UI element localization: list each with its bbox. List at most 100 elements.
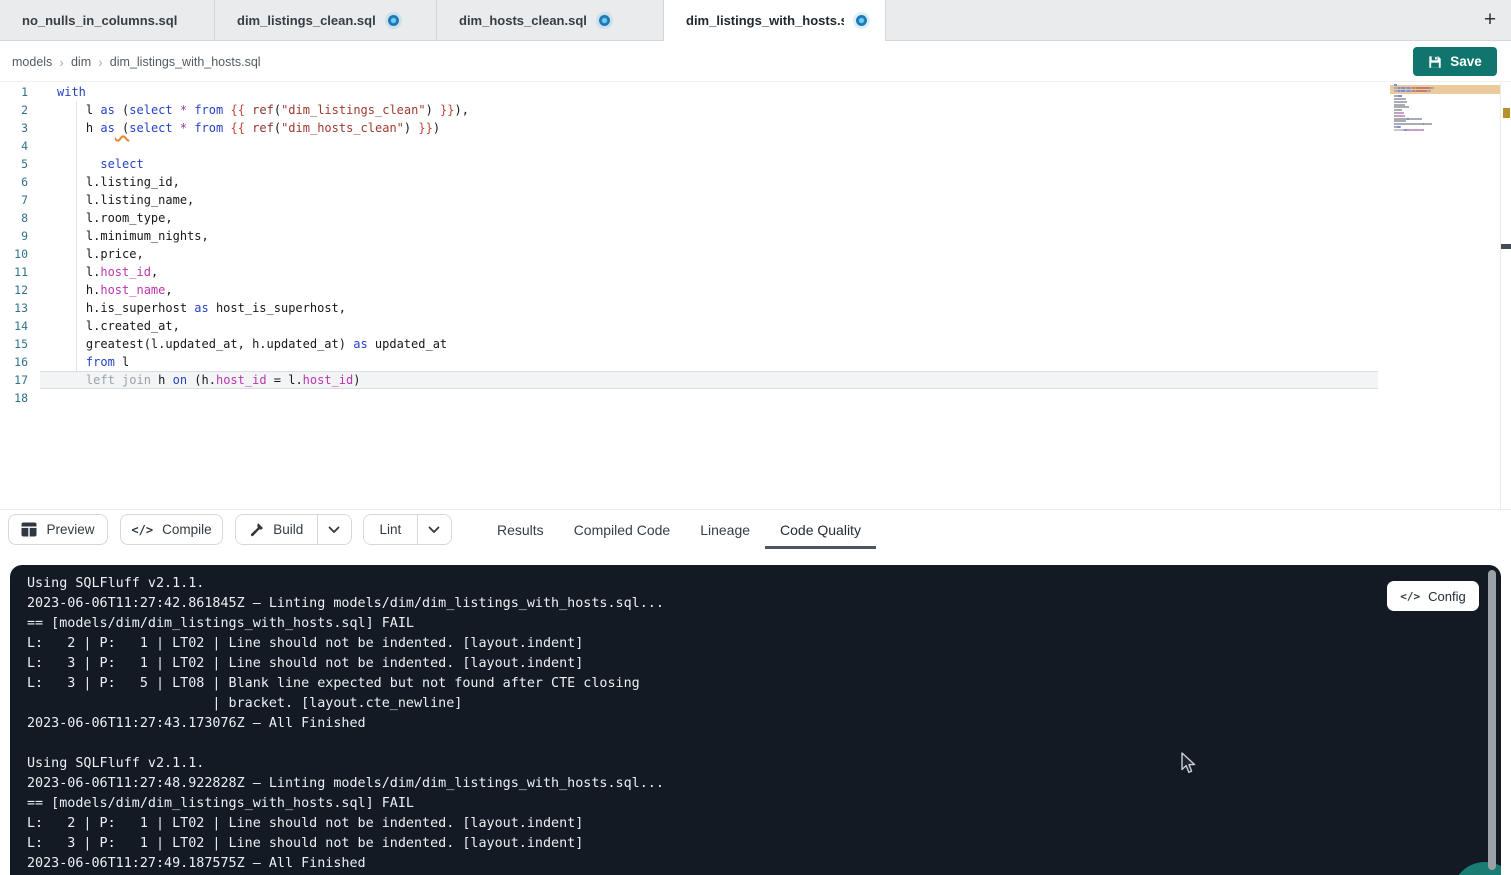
line-number: 18: [0, 391, 28, 405]
console-line: L: 3 | P: 1 | LT02 | Line should not be …: [27, 654, 664, 674]
breadcrumb-segment[interactable]: models: [12, 55, 52, 69]
code-line[interactable]: 1with: [0, 83, 1388, 101]
code-line[interactable]: 14 l.created_at,: [0, 317, 1388, 335]
breadcrumb-segment[interactable]: dim_listings_with_hosts.sql: [110, 55, 261, 69]
config-label: Config: [1428, 589, 1466, 604]
console-output: Using SQLFluff v2.1.1.2023-06-06T11:27:4…: [27, 574, 664, 874]
line-number: 10: [0, 247, 28, 261]
console-line: L: 3 | P: 1 | LT02 | Line should not be …: [27, 834, 664, 854]
line-number: 3: [0, 121, 28, 135]
compile-button[interactable]: </> Compile: [120, 514, 223, 545]
line-content: from l: [57, 355, 129, 369]
unsaved-changes-icon: [388, 15, 399, 26]
code-line[interactable]: 17 left join h on (h.host_id = l.host_id…: [0, 371, 1388, 389]
line-number: 14: [0, 319, 28, 333]
preview-button[interactable]: Preview: [8, 514, 108, 545]
code-line[interactable]: 16 from l: [0, 353, 1388, 371]
line-number: 11: [0, 265, 28, 279]
code-line[interactable]: 6 l.listing_id,: [0, 173, 1388, 191]
lint-button[interactable]: Lint: [364, 515, 417, 544]
line-content: l.listing_name,: [57, 193, 194, 207]
code-icon: </>: [131, 523, 153, 537]
console-line: | bracket. [layout.cte_newline]: [27, 694, 664, 714]
tab-strip: no_nulls_in_columns.sql dim_listings_clea…: [0, 0, 886, 40]
line-number: 2: [0, 103, 28, 117]
breadcrumb-segment[interactable]: dim: [71, 55, 91, 69]
console-line: 2023-06-06T11:27:43.173076Z – All Finish…: [27, 714, 664, 734]
code-line[interactable]: 3 h as (select * from {{ ref("dim_hosts_…: [0, 119, 1388, 137]
line-content: l.created_at,: [57, 319, 180, 333]
editor-tab[interactable]: dim_hosts_clean.sql: [437, 0, 664, 41]
unsaved-changes-icon: [856, 15, 867, 26]
build-button[interactable]: Build: [236, 515, 317, 544]
editor-tab[interactable]: dim_listings_with_hosts.sql: [664, 0, 886, 41]
minimap-line: [1394, 104, 1434, 106]
console-scrollbar[interactable]: [1488, 570, 1496, 870]
console-line: == [models/dim/dim_listings_with_hosts.s…: [27, 614, 664, 634]
save-button[interactable]: Save: [1413, 47, 1497, 76]
minimap[interactable]: [1390, 82, 1497, 509]
code-lines: 1with2 l as (select * from {{ ref("dim_l…: [0, 83, 1388, 407]
build-dropdown-button[interactable]: [317, 515, 351, 544]
minimap-line: [1394, 106, 1434, 108]
config-button[interactable]: </> Config: [1387, 581, 1479, 611]
code-line[interactable]: 10 l.price,: [0, 245, 1388, 263]
code-editor[interactable]: 1with2 l as (select * from {{ ref("dim_l…: [0, 82, 1388, 509]
lint-split-button: Lint: [363, 514, 452, 545]
save-label: Save: [1450, 54, 1482, 69]
panel-tab-lineage[interactable]: Lineage: [685, 510, 765, 549]
panel-tab-results[interactable]: Results: [482, 510, 559, 549]
minimap-line: [1394, 87, 1434, 89]
console-line: Using SQLFluff v2.1.1.: [27, 574, 664, 594]
line-content: h.is_superhost as host_is_superhost,: [57, 301, 346, 315]
hammer-icon: [249, 522, 264, 537]
console-line: 2023-06-06T11:27:48.922828Z – Linting mo…: [27, 774, 664, 794]
preview-table-icon: [21, 522, 37, 537]
code-line[interactable]: 7 l.listing_name,: [0, 191, 1388, 209]
ruler-position-marker: [1501, 244, 1511, 249]
code-line[interactable]: 8 l.room_type,: [0, 209, 1388, 227]
code-line[interactable]: 9 l.minimum_nights,: [0, 227, 1388, 245]
panel-tab-compiled-code[interactable]: Compiled Code: [559, 510, 686, 549]
minimap-line: [1394, 115, 1434, 117]
code-line[interactable]: 2 l as (select * from {{ ref("dim_listin…: [0, 101, 1388, 119]
console-line: L: 2 | P: 1 | LT02 | Line should not be …: [27, 814, 664, 834]
code-line[interactable]: 4: [0, 137, 1388, 155]
editor-tab[interactable]: no_nulls_in_columns.sql: [0, 0, 215, 41]
new-tab-button[interactable]: +: [1475, 5, 1505, 35]
code-line[interactable]: 5 select: [0, 155, 1388, 173]
code-line[interactable]: 18: [0, 389, 1388, 407]
line-number: 1: [0, 85, 28, 99]
panel-tab-code-quality[interactable]: Code Quality: [765, 510, 876, 549]
build-label: Build: [273, 522, 303, 537]
ruler-warning-marker: [1503, 108, 1510, 118]
overview-ruler: [1500, 82, 1511, 509]
tab-label: no_nulls_in_columns.sql: [22, 13, 177, 28]
lint-dropdown-button[interactable]: [417, 515, 451, 544]
preview-label: Preview: [46, 522, 94, 537]
code-icon: </>: [1400, 590, 1420, 603]
code-line[interactable]: 11 l.host_id,: [0, 263, 1388, 281]
line-number: 13: [0, 301, 28, 315]
minimap-line: [1394, 129, 1434, 131]
minimap-line: [1394, 90, 1434, 92]
line-number: 5: [0, 157, 28, 171]
console-line: L: 3 | P: 5 | LT08 | Blank line expected…: [27, 674, 664, 694]
line-number: 7: [0, 193, 28, 207]
ide-window: no_nulls_in_columns.sql dim_listings_clea…: [0, 0, 1511, 875]
minimap-line: [1394, 84, 1434, 86]
line-content: h.host_name,: [57, 283, 173, 297]
line-number: 16: [0, 355, 28, 369]
minimap-line: [1394, 101, 1434, 103]
code-line[interactable]: 13 h.is_superhost as host_is_superhost,: [0, 299, 1388, 317]
code-line[interactable]: 15 greatest(l.updated_at, h.updated_at) …: [0, 335, 1388, 353]
code-line[interactable]: 12 h.host_name,: [0, 281, 1388, 299]
compile-label: Compile: [162, 522, 212, 537]
line-content: h as (select * from {{ ref("dim_hosts_cl…: [57, 121, 440, 135]
console-line: L: 2 | P: 1 | LT02 | Line should not be …: [27, 634, 664, 654]
chevron-down-icon: [328, 526, 340, 534]
line-content: l.listing_id,: [57, 175, 180, 189]
console-line: 2023-06-06T11:27:42.861845Z – Linting mo…: [27, 594, 664, 614]
save-icon: [1428, 55, 1442, 69]
editor-tab[interactable]: dim_listings_clean.sql: [215, 0, 437, 41]
